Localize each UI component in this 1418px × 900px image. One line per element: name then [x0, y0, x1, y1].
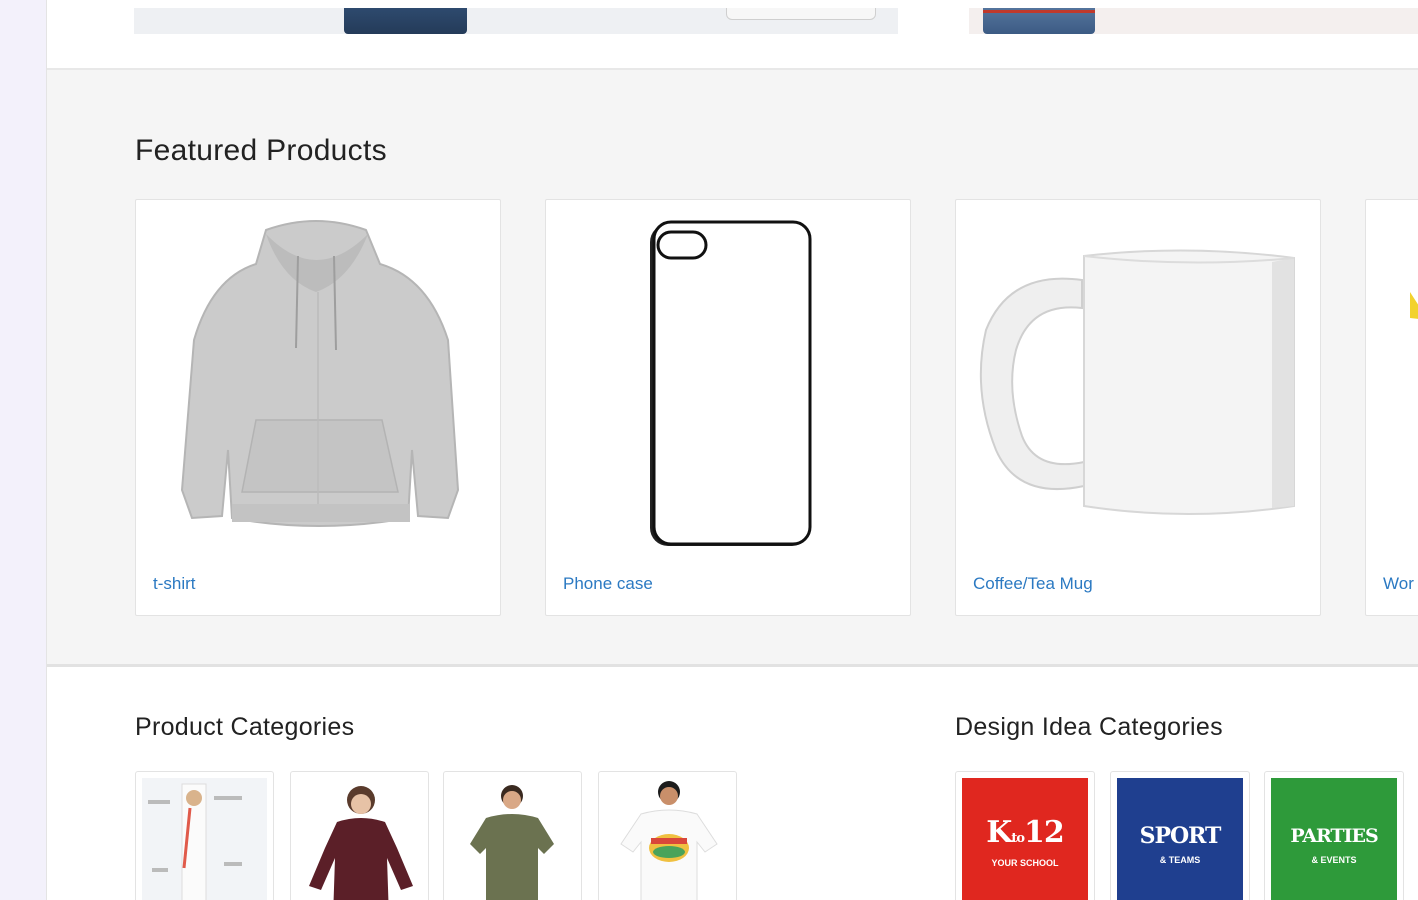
product-card-phone-case[interactable]: Phone case [545, 199, 911, 616]
product-label[interactable]: Phone case [563, 574, 653, 594]
design-idea-parties[interactable]: PARTIES & EVENTS [1264, 771, 1404, 900]
polo-shirt-image [450, 778, 575, 900]
product-card-mug[interactable]: Coffee/Tea Mug [955, 199, 1321, 616]
product-label[interactable]: t-shirt [153, 574, 196, 594]
sport-design-tile: SPORT & TEAMS [1117, 778, 1243, 900]
hero-banner-left[interactable] [134, 8, 898, 34]
product-categories-title: Product Categories [135, 713, 355, 741]
long-sleeve-shirt-image [297, 778, 422, 900]
design-idea-k12[interactable]: Kto12 YOUR SCHOOL [955, 771, 1095, 900]
banner-button[interactable] [726, 8, 876, 20]
product-category-thumb[interactable] [290, 771, 429, 900]
categories-section: Product Categories Design Idea Categorie… [47, 667, 1418, 900]
product-card-partial[interactable]: Wor [1365, 199, 1418, 616]
product-category-thumb[interactable] [598, 771, 737, 900]
mug-icon [979, 249, 1295, 515]
product-label[interactable]: Wor [1383, 574, 1414, 594]
graphic-tee-image [605, 778, 730, 900]
belt-image [983, 10, 1095, 13]
product-category-thumb[interactable] [443, 771, 582, 900]
storefront-page: Featured Products t-shirt Phone case Cof… [46, 0, 1418, 900]
featured-products-section: Featured Products t-shirt Phone case Cof… [47, 70, 1418, 667]
phone-case-icon [650, 220, 812, 546]
product-label[interactable]: Coffee/Tea Mug [973, 574, 1093, 594]
product-card-tshirt[interactable]: t-shirt [135, 199, 501, 616]
parties-design-tile: PARTIES & EVENTS [1271, 778, 1397, 900]
top-banner-strip [47, 0, 1418, 70]
design-idea-sport[interactable]: SPORT & TEAMS [1110, 771, 1250, 900]
design-idea-categories-title: Design Idea Categories [955, 713, 1223, 741]
featured-products-title: Featured Products [135, 134, 387, 167]
hoodie-icon [180, 220, 460, 527]
k12-design-tile: Kto12 YOUR SCHOOL [962, 778, 1088, 900]
product-icon [1410, 292, 1418, 319]
jeans-image [344, 8, 467, 34]
product-category-image [142, 778, 267, 900]
product-category-thumb[interactable] [135, 771, 274, 900]
hero-banner-right[interactable] [969, 8, 1418, 34]
